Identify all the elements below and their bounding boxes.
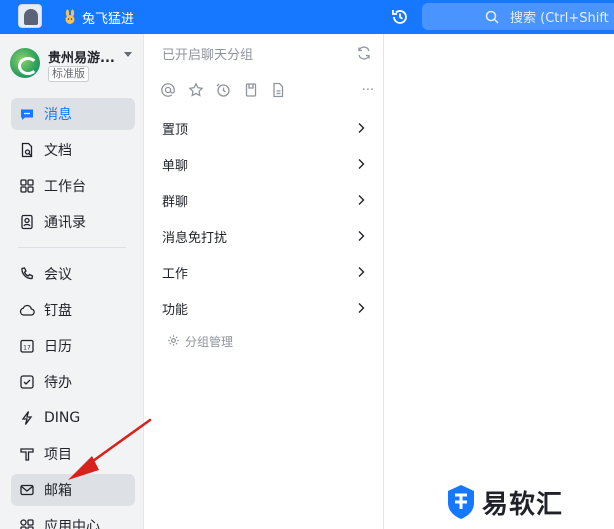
nav-item-mail[interactable]: 邮箱 (11, 474, 135, 506)
slogan-banner[interactable]: 兔飞猛进 (62, 6, 134, 28)
group-row-function[interactable]: 功能 (145, 290, 384, 326)
calendar-icon: 17 (19, 338, 35, 354)
nav-item-label: 待办 (44, 375, 72, 391)
group-row-label: 单聊 (162, 158, 189, 174)
group-row-single-chat[interactable]: 单聊 (145, 146, 384, 182)
nav-item-project[interactable]: 项目 (11, 438, 135, 470)
group-row-pinned[interactable]: 置顶 (145, 110, 384, 146)
chevron-right-icon (356, 157, 366, 171)
nav-item-label: 会议 (44, 267, 72, 283)
nav-divider (18, 247, 126, 248)
rabbit-icon (62, 9, 78, 25)
caret-down-icon (124, 52, 132, 57)
group-row-group-chat[interactable]: 群聊 (145, 182, 384, 218)
nav-item-calendar[interactable]: 17 日历 (11, 330, 135, 362)
chevron-right-icon (356, 229, 366, 243)
star-icon[interactable] (187, 81, 205, 99)
left-navigation: 贵州易游... 标准版 消息 文档 工作台 通讯录 会议 钉盘 17 日历 待办… (0, 34, 144, 529)
file-icon[interactable] (269, 81, 287, 99)
user-avatar[interactable] (18, 4, 42, 28)
group-row-label: 群聊 (162, 194, 189, 210)
nav-item-docs[interactable]: 文档 (11, 134, 135, 166)
chat-bubble-icon (19, 106, 35, 122)
history-icon[interactable] (390, 7, 410, 27)
contacts-icon (19, 214, 35, 230)
svg-text:17: 17 (23, 345, 31, 352)
document-icon (19, 142, 35, 158)
project-icon (19, 446, 35, 462)
cloud-disk-icon (19, 302, 35, 318)
edition-badge: 标准版 (48, 66, 89, 82)
nav-item-ding[interactable]: DING (11, 402, 135, 434)
phone-icon (19, 266, 35, 282)
nav-item-disk[interactable]: 钉盘 (11, 294, 135, 326)
org-name: 贵州易游... (48, 51, 115, 66)
search-input[interactable]: 搜索 (Ctrl+Shift (422, 3, 614, 30)
group-row-label: 工作 (162, 266, 189, 282)
clock-icon[interactable] (214, 81, 232, 99)
watermark-text: 易软汇 (482, 489, 564, 520)
nav-item-label: 文档 (44, 143, 72, 159)
at-mention-icon[interactable] (159, 81, 177, 99)
chevron-right-icon (356, 193, 366, 207)
nav-item-contacts[interactable]: 通讯录 (11, 206, 135, 238)
nav-item-todo[interactable]: 待办 (11, 366, 135, 398)
nav-item-workbench[interactable]: 工作台 (11, 170, 135, 202)
nav-item-label: 项目 (44, 447, 72, 463)
nav-item-label: 钉盘 (44, 303, 72, 319)
watermark: 易软汇 (446, 482, 563, 522)
nav-item-label: 工作台 (44, 179, 86, 195)
nav-item-messages[interactable]: 消息 (11, 98, 135, 130)
group-manage-label: 分组管理 (185, 335, 234, 349)
org-logo (10, 48, 40, 78)
bookmark-icon[interactable] (242, 81, 260, 99)
nav-item-label: 消息 (44, 107, 72, 123)
chevron-right-icon (356, 121, 366, 135)
group-row-do-not-disturb[interactable]: 消息免打扰 (145, 218, 384, 254)
group-row-label: 置顶 (162, 122, 189, 138)
gear-icon (167, 334, 180, 350)
group-row-label: 功能 (162, 302, 189, 318)
chat-group-panel: 已开启聊天分组 ··· 置顶 单聊 群聊 消息免打扰 工作 功能 分组管理 (145, 34, 384, 529)
slogan-text: 兔飞猛进 (82, 11, 135, 27)
panel-title: 已开启聊天分组 (162, 48, 254, 63)
search-icon (485, 10, 499, 24)
nav-item-meeting[interactable]: 会议 (11, 258, 135, 290)
group-manage-button[interactable]: 分组管理 (167, 333, 233, 350)
nav-item-label: DING (44, 410, 81, 426)
nav-item-app-center[interactable]: 应用中心 (11, 510, 135, 529)
more-icon[interactable]: ··· (357, 81, 379, 99)
ding-lightning-icon (19, 410, 35, 426)
org-switcher[interactable]: 贵州易游... 标准版 (10, 44, 140, 88)
nav-item-label: 日历 (44, 339, 72, 355)
refresh-icon[interactable] (356, 45, 372, 61)
search-placeholder: 搜索 (Ctrl+Shift (510, 11, 609, 26)
mail-icon (19, 482, 35, 498)
grid-apps-icon (19, 178, 35, 194)
group-row-label: 消息免打扰 (162, 230, 228, 246)
nav-item-label: 通讯录 (44, 215, 86, 231)
nav-item-label: 应用中心 (44, 519, 100, 529)
chevron-right-icon (356, 301, 366, 315)
chevron-right-icon (356, 265, 366, 279)
filter-toolbar: ··· (159, 81, 379, 99)
group-row-work[interactable]: 工作 (145, 254, 384, 290)
watermark-logo (446, 484, 476, 520)
nav-item-label: 邮箱 (44, 483, 72, 499)
app-center-icon (19, 518, 35, 529)
todo-check-icon (19, 374, 35, 390)
top-bar: 兔飞猛进 搜索 (Ctrl+Shift (0, 0, 614, 34)
